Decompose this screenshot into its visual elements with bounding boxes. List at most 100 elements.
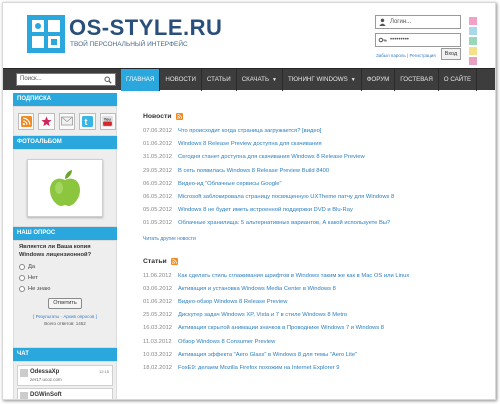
article-date: 18.02.2012 — [143, 365, 173, 372]
articles-section-title: Статьи — [143, 257, 483, 265]
poll-heading: НАШ ОПРОС — [13, 227, 117, 240]
subscribe-heading: ПОДПИСКА — [13, 93, 117, 106]
news-link[interactable]: Windows 8 Release Preview доступна для с… — [178, 138, 322, 151]
news-date: 31.05.2012 — [143, 154, 173, 161]
list-item: 18.02.2012 FoxE9: делаем Mozilla Firefox … — [143, 362, 483, 375]
news-date: 06.05.2012 — [143, 194, 173, 201]
svg-text:You: You — [104, 116, 112, 121]
news-link[interactable]: Microsoft заблокировала страницу посвяще… — [178, 191, 394, 204]
poll-option[interactable]: Нет — [19, 275, 111, 281]
rss-icon[interactable] — [170, 257, 178, 265]
youtube-icon[interactable]: You — [99, 112, 117, 130]
avatar — [20, 369, 28, 377]
nav-menu: ГЛАВНАЯ НОВОСТИ СТАТЬИ СКАЧАТЬ ▼ ТЮНИНГ W… — [121, 69, 478, 91]
list-item: 11.06.2012 Как сделать стиль сглаживания … — [143, 270, 483, 283]
list-item: 29.05.2012 В сеть появилась Windows 8 Rel… — [143, 165, 483, 178]
color-swatch[interactable] — [469, 27, 477, 35]
poll-option[interactable]: Не знаю — [19, 286, 111, 292]
twitter-icon[interactable]: t — [79, 112, 96, 130]
chevron-down-icon: ▼ — [350, 77, 356, 83]
svg-text:t: t — [84, 116, 87, 126]
mail-icon[interactable] — [58, 112, 76, 130]
list-item: 16.03.2012 Активация скрытой анимации зна… — [143, 322, 483, 335]
color-swatch[interactable] — [469, 17, 477, 25]
article-link[interactable]: Видео-обзор Windows 8 Release Preview — [178, 296, 287, 309]
news-link[interactable]: Windows 8 не будет иметь встроенной подд… — [178, 204, 353, 217]
news-date: 06.05.2012 — [143, 180, 173, 187]
news-link[interactable]: Видео-ид "Облачные сервисы Google" — [178, 178, 282, 191]
rss-icon[interactable] — [18, 112, 35, 130]
list-item: 03.06.2012 Активация и установка Windows … — [143, 283, 483, 296]
news-list: 07.06.2012 Что происходит когда страница … — [143, 125, 483, 231]
nav-item-guestbook[interactable]: ГОСТЕВАЯ — [395, 69, 439, 91]
poll-results-links[interactable]: [ Результаты · Архив опросов ] — [19, 314, 111, 319]
site-title[interactable]: OS-STYLE.RU — [69, 15, 222, 41]
list-item: 01.05.2012 Облачные хранилища: 5 альтерна… — [143, 217, 483, 230]
main-content: Новости 07.06.2012 Что происходит когда с… — [143, 113, 483, 375]
user-icon — [379, 18, 386, 26]
article-link[interactable]: Активация и установка Windows Media Cent… — [178, 283, 336, 296]
username-field[interactable]: Логин... — [375, 15, 461, 29]
login-button[interactable]: Вход — [441, 48, 461, 60]
social-links: t You — [13, 106, 117, 136]
list-item: 01.06.2012 Windows 8 Release Preview дост… — [143, 138, 483, 151]
list-item: 25.05.2012 Дискутер задач Windows XP, Vis… — [143, 309, 483, 322]
more-news-link[interactable]: Читать другие новости — [143, 236, 483, 242]
chat-text: zer17.ucoz.com — [30, 377, 62, 382]
poll-option[interactable]: Да — [19, 264, 111, 270]
chat-widget: OdessaXp 12:15 zer17.ucoz.com DGWinSoft — [13, 361, 117, 399]
news-link[interactable]: Что происходит когда страница загружаетс… — [178, 125, 321, 138]
nav-item-articles[interactable]: СТАТЬИ — [202, 69, 237, 91]
radio-button[interactable] — [19, 286, 25, 292]
site-header: OS-STYLE.RU ТВОЙ ПЕРСОНАЛЬНЫЙ ИНТЕРФЕЙС … — [3, 3, 495, 67]
article-link[interactable]: Дискутер задач Windows XP, Vista и 7 в с… — [178, 309, 347, 322]
list-item: 06.05.2012 Microsoft заблокировала страни… — [143, 191, 483, 204]
search-icon[interactable] — [104, 76, 112, 84]
article-link[interactable]: Активация эффекта "Aero Glass" в Windows… — [178, 349, 357, 362]
article-link[interactable]: FoxE9: делаем Mozilla Firefox похожим на… — [178, 362, 340, 375]
article-date: 10.03.2012 — [143, 351, 173, 358]
password-field[interactable]: ••••••••• — [375, 33, 461, 47]
nav-item-home[interactable]: ГЛАВНАЯ — [121, 69, 161, 91]
username-placeholder: Логин... — [390, 19, 412, 25]
login-links: Забыл пароль | Регистрация — [376, 53, 436, 58]
radio-button[interactable] — [19, 275, 25, 281]
news-date: 01.06.2012 — [143, 141, 173, 148]
article-date: 11.03.2012 — [143, 338, 172, 345]
radio-button[interactable] — [19, 264, 25, 270]
article-date: 16.03.2012 — [143, 325, 173, 332]
chat-message: DGWinSoft — [17, 388, 113, 399]
star-icon[interactable] — [38, 112, 55, 130]
nav-item-about[interactable]: О САЙТЕ — [439, 69, 478, 91]
color-swatch[interactable] — [469, 37, 477, 45]
nav-item-download[interactable]: СКАЧАТЬ ▼ — [237, 69, 283, 91]
color-swatch[interactable] — [469, 47, 477, 55]
news-date: 07.06.2012 — [143, 128, 173, 134]
news-link[interactable]: Сегодня станет доступна для скачивания W… — [178, 151, 365, 164]
chat-username[interactable]: DGWinSoft — [30, 389, 112, 399]
article-link[interactable]: Активация скрытой анимации значков в Про… — [178, 322, 384, 335]
nav-item-tuning[interactable]: ТЮНИНГ WINDOWS ▼ — [283, 69, 362, 91]
color-swatch[interactable] — [469, 57, 477, 65]
article-date: 03.06.2012 — [143, 285, 173, 292]
rss-icon[interactable] — [175, 113, 183, 120]
news-link[interactable]: В сеть появилась Windows 8 Release Previ… — [178, 165, 329, 178]
chat-time: 12:15 — [98, 369, 109, 374]
login-form: Логин... ••••••••• Забыл пароль | Регист… — [375, 15, 461, 60]
register-link[interactable]: Регистрация — [409, 53, 435, 58]
article-date: 25.05.2012 — [143, 312, 173, 319]
articles-section: Статьи 11.06.2012 Как сделать стиль сглаж… — [143, 257, 483, 376]
news-link[interactable]: Облачные хранилища: 5 альтернативных вар… — [178, 217, 390, 230]
list-item: 31.05.2012 Сегодня станет доступна для ск… — [143, 151, 483, 164]
site-logo-icon[interactable] — [27, 15, 65, 53]
vote-button[interactable]: Ответить — [48, 298, 82, 309]
nav-item-news[interactable]: НОВОСТИ — [160, 69, 202, 91]
search-input[interactable]: Поиск... — [16, 73, 116, 86]
photo-thumbnail[interactable] — [27, 159, 103, 217]
forgot-password-link[interactable]: Забыл пароль — [376, 53, 406, 58]
article-link[interactable]: Как сделать стиль сглаживания шрифтов в … — [178, 270, 409, 283]
avatar — [20, 392, 28, 399]
nav-item-forum[interactable]: ФОРУМ — [362, 69, 396, 91]
article-link[interactable]: Обзор Windows 8 Consumer Preview — [178, 336, 275, 349]
photo-album — [13, 149, 117, 227]
